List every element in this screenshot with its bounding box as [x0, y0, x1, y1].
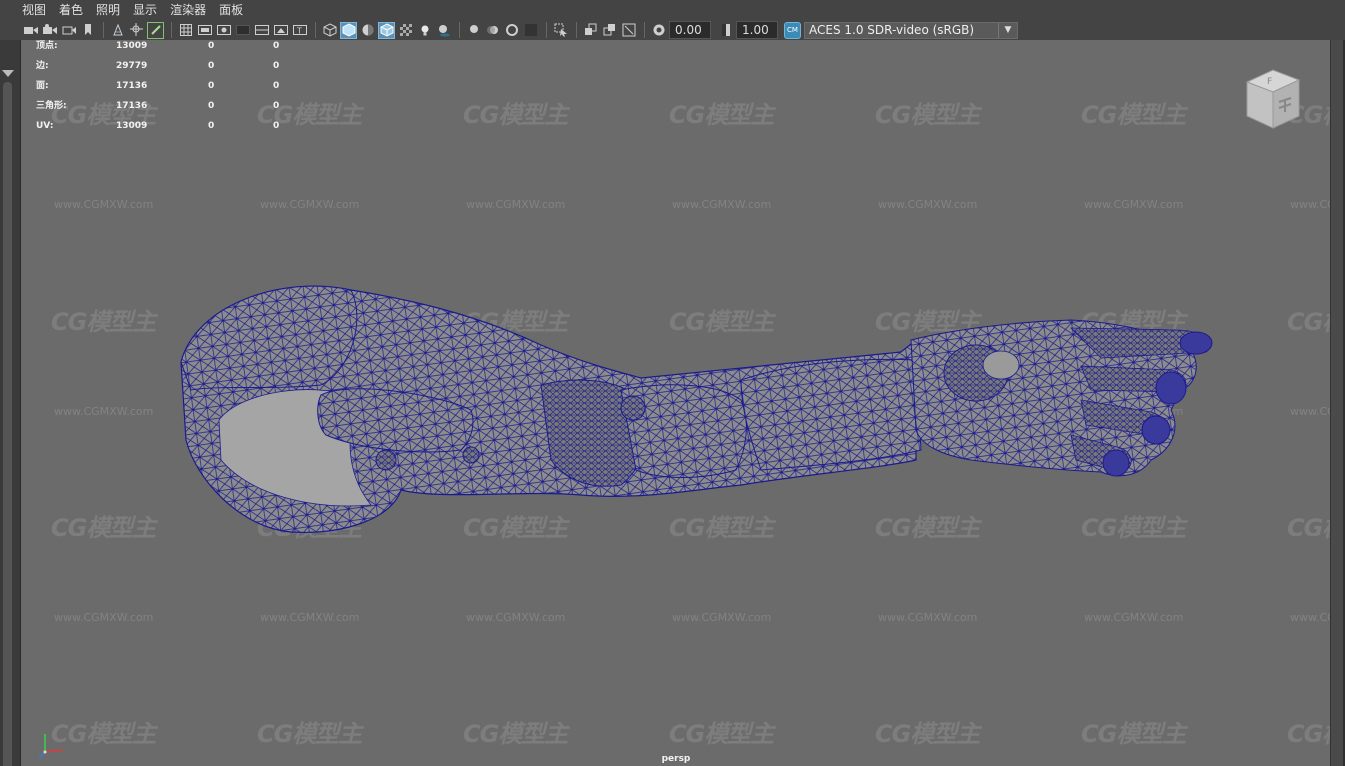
2d-pan-zoom-icon[interactable] — [109, 22, 126, 39]
camera-attributes-icon[interactable] — [41, 22, 58, 39]
hud-value: 17136 — [116, 101, 148, 111]
hud-value: 0 — [273, 121, 280, 131]
toolbar-separator — [459, 22, 460, 38]
field-chart-icon[interactable] — [253, 22, 270, 39]
camera-name-label: persp — [661, 754, 691, 764]
hud-value: 13009 — [116, 41, 148, 51]
hud-label: 顶点: — [36, 41, 58, 51]
menu-show[interactable]: 显示 — [133, 1, 157, 18]
anti-aliasing-icon[interactable] — [503, 22, 520, 39]
toolbar-separator — [644, 22, 645, 38]
right-edge-strip — [1330, 40, 1345, 766]
hud-value: 29779 — [116, 61, 148, 71]
perspective-viewport[interactable]: CG模型主CG模型主CG模型主CG模型主CG模型主CG模型主CG模型主CG模型主… — [21, 40, 1331, 766]
exposure-icon[interactable] — [650, 22, 667, 39]
toolbar-separator — [315, 22, 316, 38]
toolbar-separator — [546, 22, 547, 38]
svg-text:T: T — [296, 27, 302, 36]
hud-value: 0 — [208, 121, 215, 131]
use-all-lights-icon[interactable] — [416, 22, 433, 39]
pencil-icon[interactable] — [147, 21, 164, 39]
scroll-up-arrow-icon[interactable] — [2, 70, 14, 77]
menu-panels[interactable]: 面板 — [219, 1, 243, 18]
grease-pencil-icon[interactable] — [128, 22, 145, 39]
viewcube-face-label: F — [1267, 77, 1272, 87]
grid-icon[interactable] — [177, 22, 194, 39]
hud-value: 13009 — [116, 121, 148, 131]
exposure-field[interactable]: 0.00 — [669, 21, 711, 39]
resolution-gate-icon[interactable] — [215, 22, 232, 39]
safe-title-icon[interactable]: T — [291, 22, 308, 39]
wireframe-icon[interactable] — [321, 22, 338, 39]
scrollbar-thumb[interactable] — [3, 82, 12, 766]
toolbar-separator — [576, 22, 577, 38]
hud-label: 三角形: — [36, 101, 67, 111]
bookmark-icon[interactable] — [60, 22, 77, 39]
hud-label: UV: — [36, 121, 54, 131]
toolbar-separator — [103, 22, 104, 38]
image-plane-icon[interactable] — [79, 22, 96, 39]
hud-value: 0 — [208, 41, 215, 51]
hud-value: 17136 — [116, 81, 148, 91]
panel-toolbar: T 0.00 1.00 CM ACES 1.0 SDR-video (sRGB)… — [0, 18, 1345, 42]
menu-renderer[interactable]: 渲染器 — [170, 1, 206, 18]
maya-viewport-window: 视图 着色 照明 显示 渲染器 面板 T 0.00 1.00 CM ACES 1… — [0, 0, 1345, 766]
default-material-icon[interactable] — [359, 22, 376, 39]
hud-value: 0 — [208, 101, 215, 111]
smooth-shade-icon[interactable] — [340, 21, 357, 39]
toolbar-separator — [171, 22, 172, 38]
wireframe-on-shaded-icon[interactable] — [378, 21, 395, 39]
menu-lighting[interactable]: 照明 — [96, 1, 120, 18]
backface-culling-icon[interactable] — [620, 22, 637, 39]
depth-of-field-icon[interactable] — [522, 22, 539, 39]
panel-menu-bar: 视图 着色 照明 显示 渲染器 面板 — [0, 0, 1345, 18]
hud-value: 0 — [273, 41, 280, 51]
motion-blur-icon[interactable] — [484, 22, 501, 39]
xray-active-icon[interactable] — [601, 22, 618, 39]
viewcube[interactable]: F — [1243, 68, 1301, 130]
menu-view[interactable]: 视图 — [22, 1, 46, 18]
hud-value: 0 — [273, 101, 280, 111]
hud-value: 0 — [208, 61, 215, 71]
camera-select-icon[interactable] — [22, 22, 39, 39]
safe-action-icon[interactable] — [272, 22, 289, 39]
arm-mesh-wireframe[interactable] — [21, 40, 1331, 766]
hud-label: 边: — [36, 61, 49, 71]
xray-joints-icon[interactable] — [582, 22, 599, 39]
menu-shading[interactable]: 着色 — [59, 1, 83, 18]
left-tool-strip — [0, 40, 21, 766]
shadows-icon[interactable] — [435, 22, 452, 39]
chevron-down-icon[interactable]: ▼ — [998, 22, 1017, 38]
film-gate-icon[interactable] — [196, 22, 213, 39]
hud-value: 0 — [273, 61, 280, 71]
gamma-field[interactable]: 1.00 — [736, 21, 778, 39]
hud-value: 0 — [273, 81, 280, 91]
hud-label: 面: — [36, 81, 49, 91]
gate-mask-icon[interactable] — [234, 22, 251, 39]
gamma-icon[interactable] — [717, 22, 734, 39]
screen-space-ao-icon[interactable] — [465, 22, 482, 39]
hud-value: 0 — [208, 81, 215, 91]
xray-icon[interactable] — [397, 22, 414, 39]
view-transform-select[interactable]: ACES 1.0 SDR-video (sRGB) ▼ — [804, 21, 1018, 39]
view-transform-value: ACES 1.0 SDR-video (sRGB) — [809, 23, 975, 37]
isolate-select-icon[interactable] — [552, 22, 569, 39]
cm-toggle-icon[interactable]: CM — [784, 21, 801, 39]
